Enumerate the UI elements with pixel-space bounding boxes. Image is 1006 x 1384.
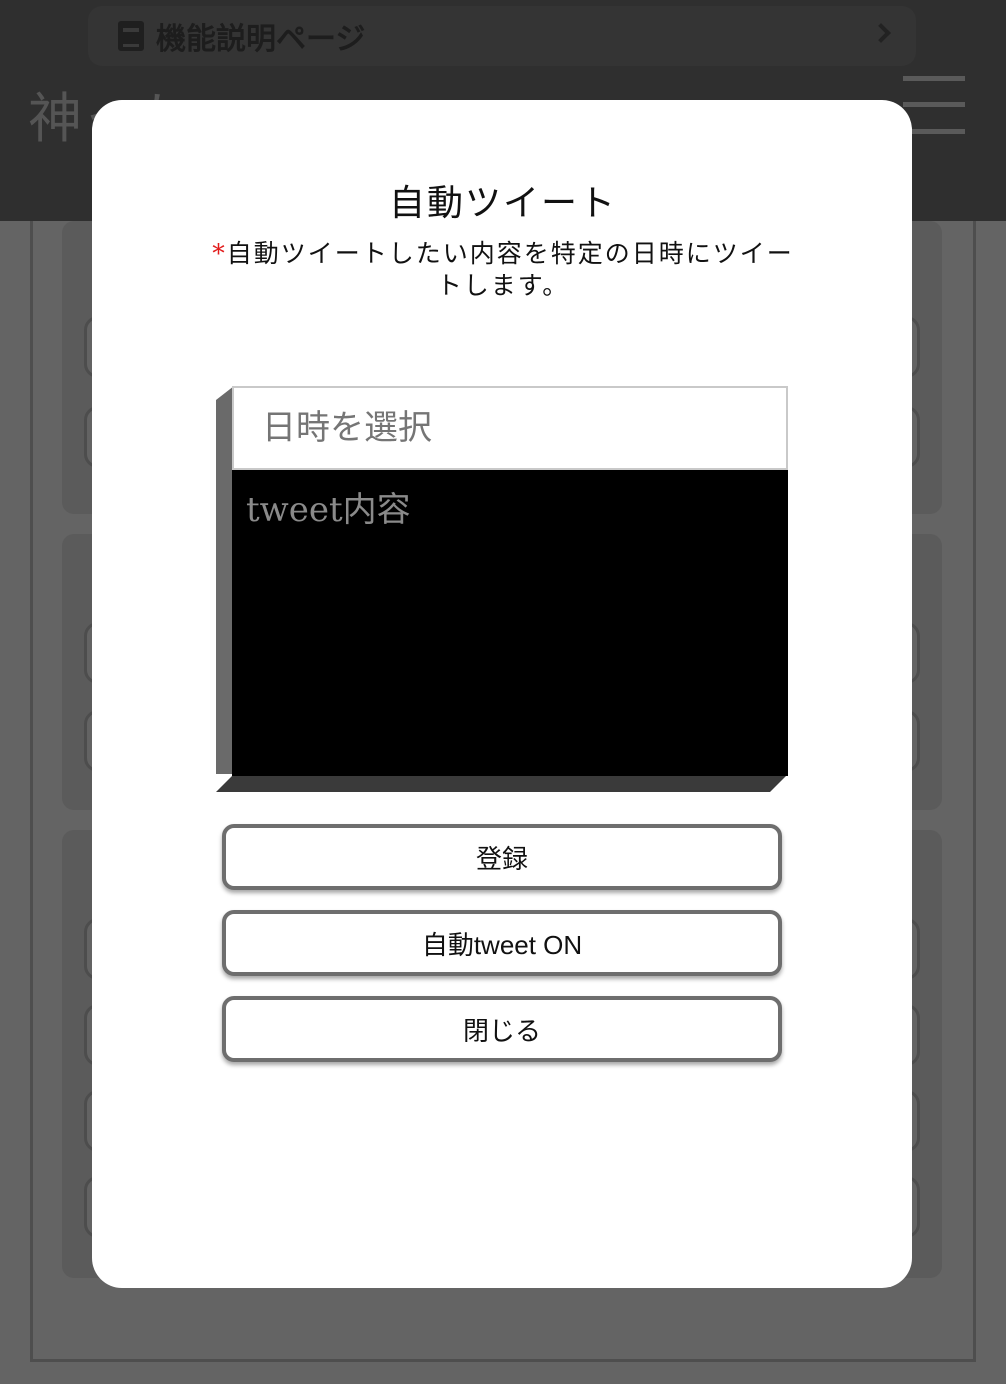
close-button[interactable]: 閉じる	[222, 996, 782, 1062]
register-button[interactable]: 登録	[222, 824, 782, 890]
datetime-input[interactable]	[232, 386, 788, 470]
tweet-content-textarea[interactable]: tweet内容	[232, 470, 788, 776]
modal-description: *自動ツイートしたい内容を特定の日時にツイートします。	[200, 238, 806, 302]
description-text: 自動ツイートしたい内容を特定の日時にツイートします。	[226, 239, 794, 300]
form-bevel-bottom	[216, 774, 788, 792]
tweet-form: tweet内容	[216, 386, 788, 792]
modal-title: 自動ツイート	[388, 183, 617, 224]
required-mark: *	[212, 239, 227, 268]
auto-tweet-on-button[interactable]: 自動tweet ON	[222, 910, 782, 976]
